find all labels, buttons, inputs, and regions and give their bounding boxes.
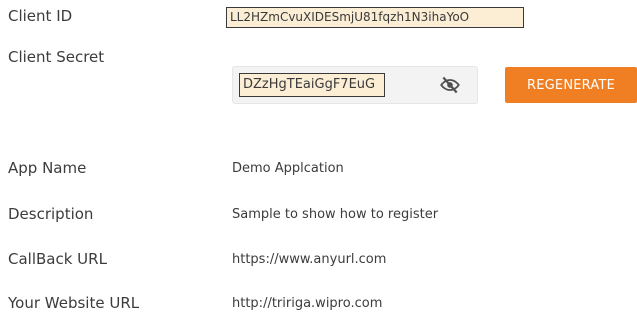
regenerate-button[interactable]: REGENERATE bbox=[505, 67, 637, 103]
client-id-label: Client ID bbox=[8, 7, 73, 25]
app-name-label: App Name bbox=[8, 159, 87, 177]
client-secret-label: Client Secret bbox=[8, 48, 105, 66]
website-url-label: Your Website URL bbox=[8, 294, 140, 312]
eye-slash-icon[interactable] bbox=[440, 76, 460, 94]
client-secret-value[interactable]: DZzHgTEaiGgF7EuG bbox=[239, 73, 385, 97]
website-url-value: http://tririga.wipro.com bbox=[232, 296, 383, 311]
description-label: Description bbox=[8, 205, 94, 223]
description-value: Sample to show how to register bbox=[232, 207, 439, 222]
app-name-value: Demo Applcation bbox=[232, 161, 344, 176]
client-id-value[interactable]: LL2HZmCvuXIDESmjU81fqzh1N3ihaYoO bbox=[226, 7, 524, 28]
client-secret-field: DZzHgTEaiGgF7EuG bbox=[232, 66, 478, 104]
callback-url-value: https://www.anyurl.com bbox=[232, 252, 387, 267]
callback-url-label: CallBack URL bbox=[8, 250, 107, 268]
